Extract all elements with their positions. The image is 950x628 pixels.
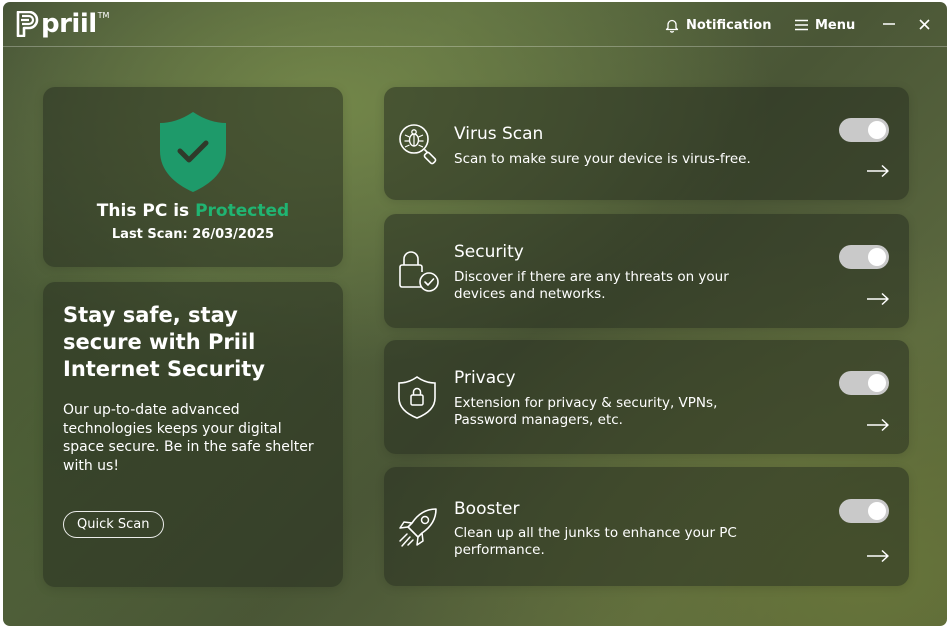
app-window: priil TM Notification Menu This PC is Pr… <box>3 2 947 626</box>
arrow-right-icon[interactable] <box>866 418 890 432</box>
promo-headline: Stay safe, stay secure with Priil Intern… <box>63 303 265 381</box>
booster-toggle[interactable] <box>839 499 889 523</box>
hamburger-icon <box>795 19 808 31</box>
booster-card[interactable]: Booster Clean up all the junks to enhanc… <box>384 467 909 586</box>
priil-logo-icon <box>16 11 39 37</box>
feature-title: Privacy <box>454 368 516 388</box>
feature-description: Discover if there are any threats on you… <box>454 269 729 302</box>
security-toggle[interactable] <box>839 245 889 269</box>
privacy-card[interactable]: Privacy Extension for privacy & security… <box>384 340 909 454</box>
promo-body-text: Our up-to-date advanced technologies kee… <box>63 402 314 474</box>
minimize-button[interactable] <box>878 13 900 35</box>
protection-status-card: This PC is Protected Last Scan: 26/03/20… <box>43 87 343 267</box>
title-bar: priil TM Notification Menu <box>3 2 947 47</box>
feature-title: Virus Scan <box>454 124 544 144</box>
menu-button[interactable]: Menu <box>795 14 855 36</box>
privacy-toggle[interactable] <box>839 371 889 395</box>
feature-title: Booster <box>454 499 520 519</box>
toggle-knob <box>868 502 886 520</box>
close-icon <box>918 18 930 30</box>
toggle-knob <box>868 248 886 266</box>
toggle-knob <box>868 374 886 392</box>
menu-label: Menu <box>815 17 856 33</box>
protection-status-title: This PC is Protected <box>43 201 343 221</box>
status-protected-label: Protected <box>195 201 290 221</box>
bell-icon <box>665 19 679 33</box>
virus-scan-card[interactable]: Virus Scan Scan to make sure your device… <box>384 87 909 200</box>
rocket-icon <box>399 508 437 547</box>
shield-check-icon <box>160 112 226 192</box>
minimize-icon <box>883 23 895 25</box>
notification-button[interactable]: Notification <box>665 14 771 36</box>
feature-description: Extension for privacy & security, VPNs, … <box>454 395 718 428</box>
app-logo: priil TM <box>16 11 109 39</box>
trademark-symbol: TM <box>97 11 110 20</box>
security-card[interactable]: Security Discover if there are any threa… <box>384 214 909 328</box>
arrow-right-icon[interactable] <box>866 164 890 178</box>
quick-scan-button[interactable]: Quick Scan <box>63 511 164 538</box>
lock-check-icon <box>399 251 439 292</box>
arrow-right-icon[interactable] <box>866 292 890 306</box>
close-button[interactable] <box>913 13 935 35</box>
brand-name: priil <box>41 9 97 39</box>
promo-card: Stay safe, stay secure with Priil Intern… <box>43 282 343 587</box>
feature-title: Security <box>454 242 524 262</box>
shield-lock-icon <box>398 376 436 419</box>
last-scan-date: Last Scan: 26/03/2025 <box>111 227 275 242</box>
arrow-right-icon[interactable] <box>866 549 890 563</box>
toggle-knob <box>868 121 886 139</box>
feature-description: Scan to make sure your device is virus-f… <box>454 151 751 167</box>
virus-search-icon <box>399 124 437 165</box>
virus-scan-toggle[interactable] <box>839 118 889 142</box>
notification-label: Notification <box>686 17 772 33</box>
feature-description: Clean up all the junks to enhance your P… <box>454 525 737 558</box>
status-title-prefix: This PC is <box>96 201 190 221</box>
